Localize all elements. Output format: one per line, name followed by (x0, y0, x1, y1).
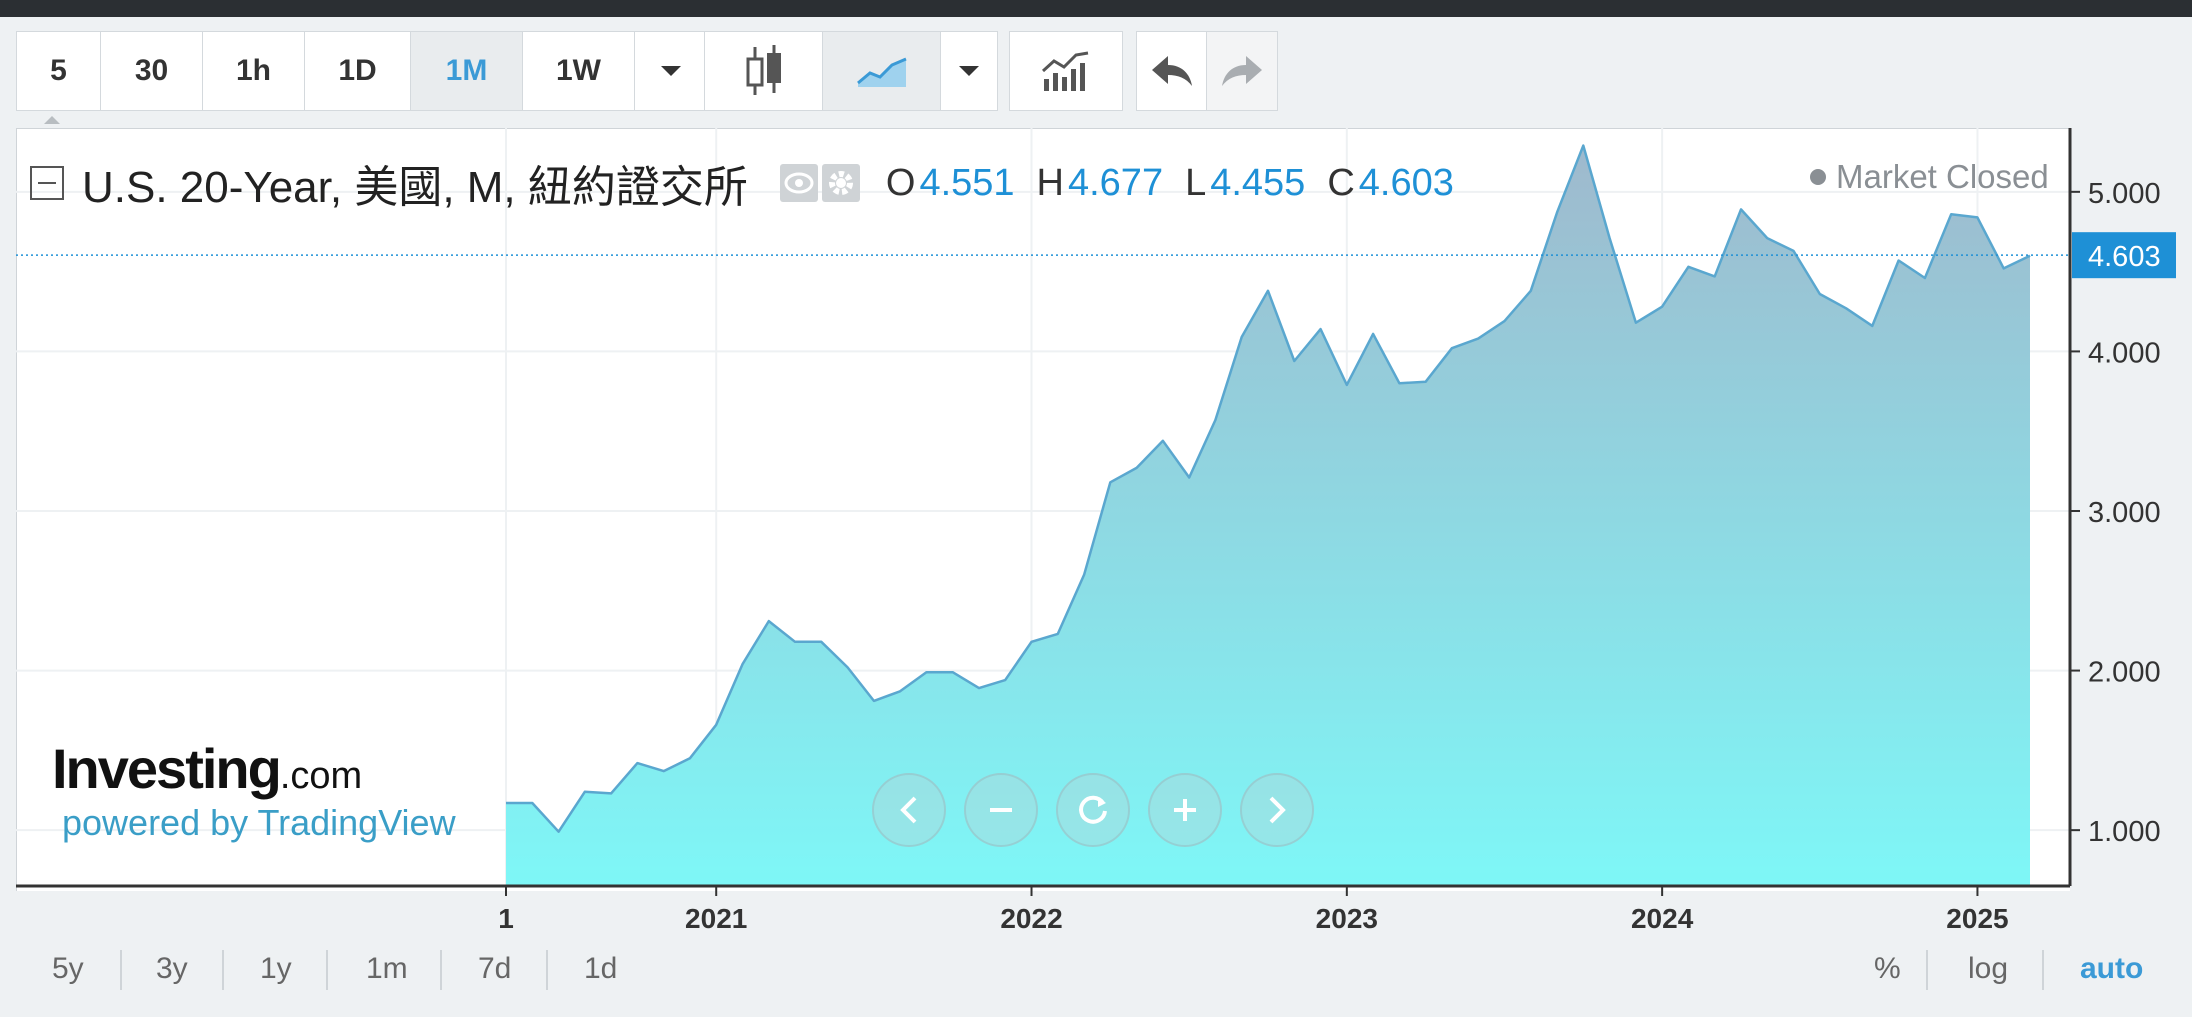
scroll-top-marker (44, 116, 60, 124)
last-price-label: 4.603 (2088, 241, 2161, 273)
chevron-left-icon (900, 796, 917, 824)
x-tick-label: 2025 (1946, 903, 2008, 934)
scroll-left-button[interactable] (872, 773, 946, 847)
range-7d-button[interactable]: 7d (478, 946, 511, 992)
range-3y-button[interactable]: 3y (156, 946, 188, 992)
page: { "toolbar": { "intervals": ["5", "30", … (0, 0, 2192, 1017)
range-separator (120, 950, 122, 990)
x-tick-label: 2022 (1000, 903, 1062, 934)
range-separator (1926, 950, 1928, 990)
y-tick-label: 2.000 (2088, 657, 2161, 689)
reset-icon (1079, 795, 1107, 824)
logo-suffix-text: .com (279, 755, 363, 797)
plus-icon (1174, 799, 1196, 821)
open-label: O (885, 161, 916, 204)
range-separator (440, 950, 442, 990)
market-status: Market Closed (1810, 158, 2049, 196)
scroll-right-button[interactable] (1240, 773, 1314, 847)
status-dot-icon (1810, 169, 1826, 185)
high-label: H (1036, 161, 1064, 204)
zoom-in-button[interactable] (1148, 773, 1222, 847)
close-value: 4.603 (1358, 161, 1454, 204)
range-separator (222, 950, 224, 990)
range-separator (326, 950, 328, 990)
low-value: 4.455 (1210, 161, 1306, 204)
close-label: C (1327, 161, 1355, 204)
market-status-text: Market Closed (1836, 158, 2049, 195)
range-1d-button[interactable]: 1d (584, 946, 617, 992)
y-tick-label: 1.000 (2088, 816, 2161, 848)
y-tick-label: 5.000 (2088, 178, 2161, 210)
high-value: 4.677 (1067, 161, 1164, 204)
range-separator (2042, 950, 2044, 990)
x-tick-label: 1 (498, 903, 514, 934)
zoom-out-button[interactable] (964, 773, 1038, 847)
bottom-range-bar: 5y 3y 1y 1m 7d 1d % log auto (16, 946, 2176, 992)
auto-scale-button[interactable]: auto (2080, 946, 2143, 992)
investing-logo[interactable]: Investing.com powered by TradingView (52, 736, 456, 843)
open-value: 4.551 (919, 161, 1015, 204)
powered-by-text: powered by TradingView (62, 802, 456, 843)
x-tick-label: 2024 (1631, 903, 1694, 934)
range-5y-button[interactable]: 5y (52, 946, 84, 992)
chart-legend: U.S. 20-Year, 美國, M, 紐約證交所 O 4.551 H 4.6… (30, 150, 1454, 216)
logo-main-text: Investing (52, 737, 282, 800)
range-1y-button[interactable]: 1y (260, 946, 292, 992)
settings-gear-icon[interactable] (821, 164, 860, 202)
log-scale-button[interactable]: log (1968, 946, 2008, 992)
low-label: L (1185, 161, 1207, 204)
minus-icon (990, 808, 1012, 812)
symbol-title: U.S. 20-Year, 美國, M, 紐約證交所 (82, 163, 748, 212)
reset-button[interactable] (1056, 773, 1130, 847)
range-1m-button[interactable]: 1m (366, 946, 408, 992)
visibility-eye-icon[interactable] (779, 164, 818, 202)
x-tick-label: 2021 (685, 903, 747, 934)
range-separator (546, 950, 548, 990)
percent-scale-button[interactable]: % (1874, 946, 1901, 992)
y-tick-label: 4.000 (2088, 337, 2161, 369)
collapse-legend-icon[interactable] (30, 166, 64, 200)
chevron-right-icon (1269, 796, 1286, 824)
y-tick-label: 3.000 (2088, 497, 2161, 529)
x-tick-label: 2023 (1316, 903, 1378, 934)
